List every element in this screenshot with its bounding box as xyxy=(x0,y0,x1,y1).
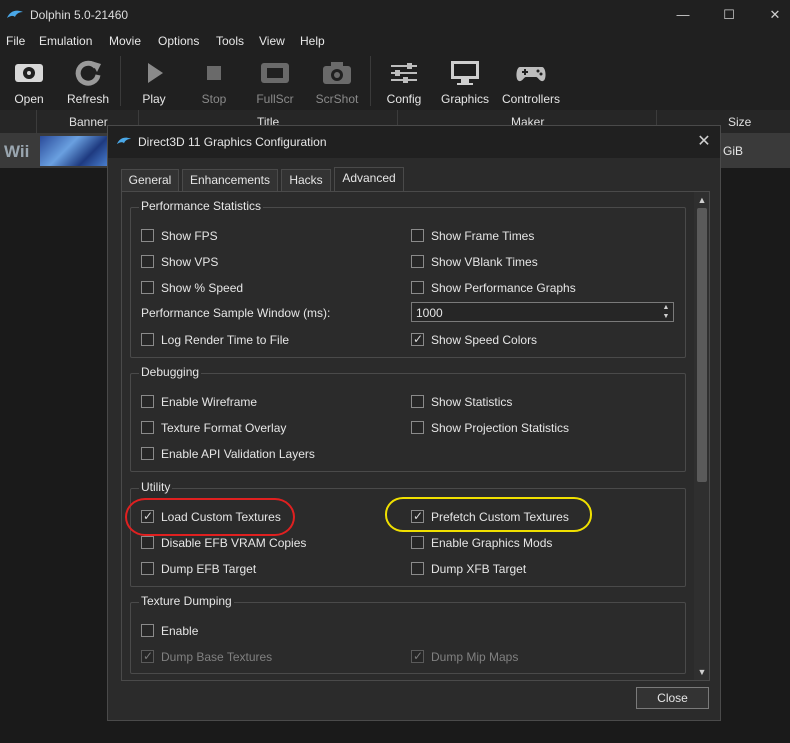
tab-enhancements[interactable]: Enhancements xyxy=(182,169,278,191)
menu-bar: File Emulation Movie Options Tools View … xyxy=(0,30,790,52)
scroll-down-icon[interactable]: ▼ xyxy=(697,667,707,677)
menu-emulation[interactable]: Emulation xyxy=(39,34,92,48)
column-separator xyxy=(36,110,37,134)
graphics-button[interactable]: Graphics xyxy=(436,56,494,108)
menu-options[interactable]: Options xyxy=(158,34,199,48)
menu-help[interactable]: Help xyxy=(300,34,325,48)
minimize-button[interactable]: — xyxy=(660,0,706,30)
group-title: Utility xyxy=(139,480,173,494)
checkmark-icon: ✓ xyxy=(413,649,424,663)
toolbar-separator xyxy=(120,56,121,106)
dialog-title: Direct3D 11 Graphics Configuration xyxy=(138,135,327,149)
checkmark-icon: ✓ xyxy=(143,509,154,523)
menu-tools[interactable]: Tools xyxy=(216,34,244,48)
platform-label: Wii xyxy=(4,142,30,161)
config-button[interactable]: Config xyxy=(375,56,433,108)
group-utility: Utility ✓ Load Custom Textures ✓ Prefetch … xyxy=(130,480,686,587)
group-texture-dumping: Texture Dumping Enable ✓ Dump Base Textur… xyxy=(130,594,686,674)
toolbar: Open Refresh Play Stop FullScr ScrShot C… xyxy=(0,52,790,110)
advanced-tab-pane: Performance Statistics Show FPS Show Fra… xyxy=(121,191,710,681)
checkmark-icon: ✓ xyxy=(413,332,424,346)
monitor-icon xyxy=(451,61,479,85)
fullscreen-icon xyxy=(261,63,289,83)
controllers-button[interactable]: Controllers xyxy=(496,56,566,108)
group-title: Performance Statistics xyxy=(139,199,264,213)
game-size: GiB xyxy=(723,144,744,158)
menu-file[interactable]: File xyxy=(6,34,25,48)
tab-hacks[interactable]: Hacks xyxy=(281,169,331,191)
toolbar-separator xyxy=(370,56,371,106)
sample-window-label: Performance Sample Window (ms): xyxy=(141,306,331,320)
menu-movie[interactable]: Movie xyxy=(109,34,141,48)
tab-advanced[interactable]: Advanced xyxy=(334,167,404,192)
window-title: Dolphin 5.0-21460 xyxy=(30,8,129,22)
open-button[interactable]: Open xyxy=(0,56,58,108)
sample-window-spinbox[interactable]: ▲ ▼ xyxy=(411,302,674,322)
dialog-close-icon[interactable]: ✕ xyxy=(694,132,714,152)
scroll-up-icon[interactable]: ▲ xyxy=(697,195,707,205)
scrollbar-thumb[interactable] xyxy=(697,208,707,482)
fullscreen-button[interactable]: FullScr xyxy=(246,56,304,108)
group-title: Debugging xyxy=(139,365,202,379)
graphics-config-dialog: Direct3D 11 Graphics Configuration ✕ Gen… xyxy=(107,125,721,721)
dolphin-logo-icon xyxy=(116,137,132,145)
stop-button[interactable]: Stop xyxy=(185,56,243,108)
close-window-button[interactable]: ✕ xyxy=(752,0,790,30)
checkmark-icon: ✓ xyxy=(413,509,424,523)
refresh-icon xyxy=(75,60,101,86)
maximize-button[interactable]: ☐ xyxy=(706,0,752,30)
spin-up-icon[interactable]: ▲ xyxy=(661,304,671,312)
column-size[interactable]: Size xyxy=(728,115,751,129)
menu-view[interactable]: View xyxy=(259,34,285,48)
column-banner[interactable]: Banner xyxy=(69,115,108,129)
group-debugging: Debugging Enable Wireframe Show Statisti… xyxy=(130,365,686,472)
dialog-titlebar: Direct3D 11 Graphics Configuration ✕ xyxy=(108,126,720,158)
gamepad-icon xyxy=(516,67,546,82)
camera-icon xyxy=(323,62,351,84)
main-titlebar: Dolphin 5.0-21460 — ☐ ✕ xyxy=(0,0,790,30)
sliders-icon xyxy=(391,63,417,83)
screenshot-button[interactable]: ScrShot xyxy=(308,56,366,108)
dolphin-logo-icon xyxy=(7,10,23,18)
refresh-button[interactable]: Refresh xyxy=(59,56,117,108)
group-performance-statistics: Performance Statistics Show FPS Show Fra… xyxy=(130,199,686,358)
checkmark-icon: ✓ xyxy=(143,649,154,663)
vertical-scrollbar[interactable]: ▲ ▼ xyxy=(694,192,709,680)
game-banner-image xyxy=(40,136,108,166)
tab-general[interactable]: General xyxy=(121,169,179,191)
stop-icon xyxy=(207,66,221,80)
group-title: Texture Dumping xyxy=(139,594,234,608)
sample-window-input[interactable] xyxy=(416,305,646,320)
close-button[interactable]: Close xyxy=(636,687,709,709)
play-button[interactable]: Play xyxy=(125,56,183,108)
spin-down-icon[interactable]: ▼ xyxy=(661,313,671,321)
play-icon xyxy=(148,63,163,83)
open-icon xyxy=(15,64,43,82)
